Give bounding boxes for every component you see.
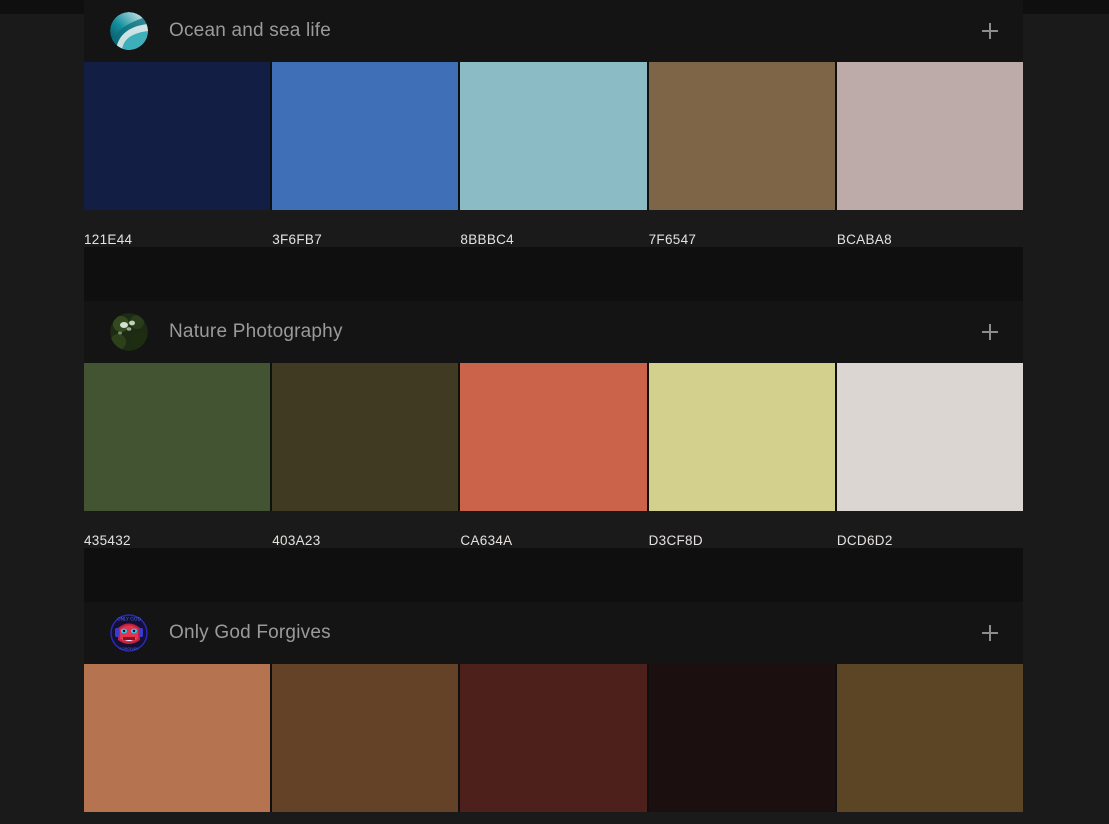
palette-title: Ocean and sea life bbox=[169, 20, 332, 41]
hex-label[interactable]: 3F6FB7 bbox=[272, 232, 458, 247]
palette-card-header: Ocean and sea life bbox=[84, 0, 1023, 62]
color-swatch[interactable] bbox=[648, 62, 835, 210]
color-swatch[interactable] bbox=[648, 664, 835, 812]
hex-label-row: 435432 403A23 CA634A D3CF8D DCD6D2 bbox=[84, 511, 1023, 548]
palette-browser-page: Ocean and sea life 121E44 3F6FB7 8BBBC4 … bbox=[0, 0, 1109, 824]
ocean-wave-avatar-icon bbox=[110, 12, 148, 50]
palette-title: Only God Forgives bbox=[169, 622, 331, 643]
color-swatch[interactable] bbox=[84, 62, 271, 210]
hex-label[interactable]: 121E44 bbox=[84, 232, 270, 247]
add-palette-button[interactable] bbox=[977, 18, 1003, 44]
svg-text:FORGIVES: FORGIVES bbox=[119, 646, 139, 651]
color-swatch[interactable] bbox=[648, 363, 835, 511]
swatch-row bbox=[84, 664, 1024, 812]
add-palette-button[interactable] bbox=[977, 620, 1003, 646]
color-swatch[interactable] bbox=[836, 664, 1024, 812]
hex-label[interactable]: 403A23 bbox=[272, 533, 458, 548]
swatch-row bbox=[84, 62, 1024, 210]
demon-mask-avatar-icon: ONLY GOD FORGIVES bbox=[110, 614, 148, 652]
palette-card-header: ONLY GOD FORGIVES Only God Forgives bbox=[84, 602, 1023, 664]
palette-card: Nature Photography 435432 403A23 CA634A … bbox=[84, 301, 1024, 548]
hex-label[interactable]: 435432 bbox=[84, 533, 270, 548]
nature-leaf-avatar-icon bbox=[110, 313, 148, 351]
color-swatch[interactable] bbox=[272, 664, 459, 812]
color-swatch[interactable] bbox=[272, 62, 459, 210]
color-swatch[interactable] bbox=[836, 363, 1024, 511]
hex-label[interactable]: BCABA8 bbox=[837, 232, 1023, 247]
palette-title: Nature Photography bbox=[169, 321, 343, 342]
svg-text:ONLY GOD: ONLY GOD bbox=[117, 617, 141, 623]
hex-label[interactable]: CA634A bbox=[460, 533, 646, 548]
color-swatch[interactable] bbox=[836, 62, 1024, 210]
hex-label[interactable]: 8BBBC4 bbox=[460, 232, 646, 247]
hex-label[interactable]: 7F6547 bbox=[649, 232, 835, 247]
palette-card: ONLY GOD FORGIVES Only God Forgives B573… bbox=[84, 602, 1024, 824]
color-swatch[interactable] bbox=[84, 363, 271, 511]
color-swatch[interactable] bbox=[460, 363, 647, 511]
swatch-row bbox=[84, 363, 1024, 511]
color-swatch[interactable] bbox=[272, 363, 459, 511]
palette-list-scroll-area[interactable]: Ocean and sea life 121E44 3F6FB7 8BBBC4 … bbox=[0, 0, 1109, 824]
hex-label[interactable]: D3CF8D bbox=[649, 533, 835, 548]
color-swatch[interactable] bbox=[460, 664, 647, 812]
palette-card-header: Nature Photography bbox=[84, 301, 1023, 363]
color-swatch[interactable] bbox=[84, 664, 271, 812]
color-swatch[interactable] bbox=[460, 62, 647, 210]
palette-card: Ocean and sea life 121E44 3F6FB7 8BBBC4 … bbox=[84, 0, 1024, 247]
hex-label-row: 121E44 3F6FB7 8BBBC4 7F6547 BCABA8 bbox=[84, 210, 1023, 247]
add-palette-button[interactable] bbox=[977, 319, 1003, 345]
hex-label[interactable]: DCD6D2 bbox=[837, 533, 1023, 548]
hex-label-row: B5734F 634227 4D201B 1B100F 5B4524 bbox=[84, 812, 1023, 824]
